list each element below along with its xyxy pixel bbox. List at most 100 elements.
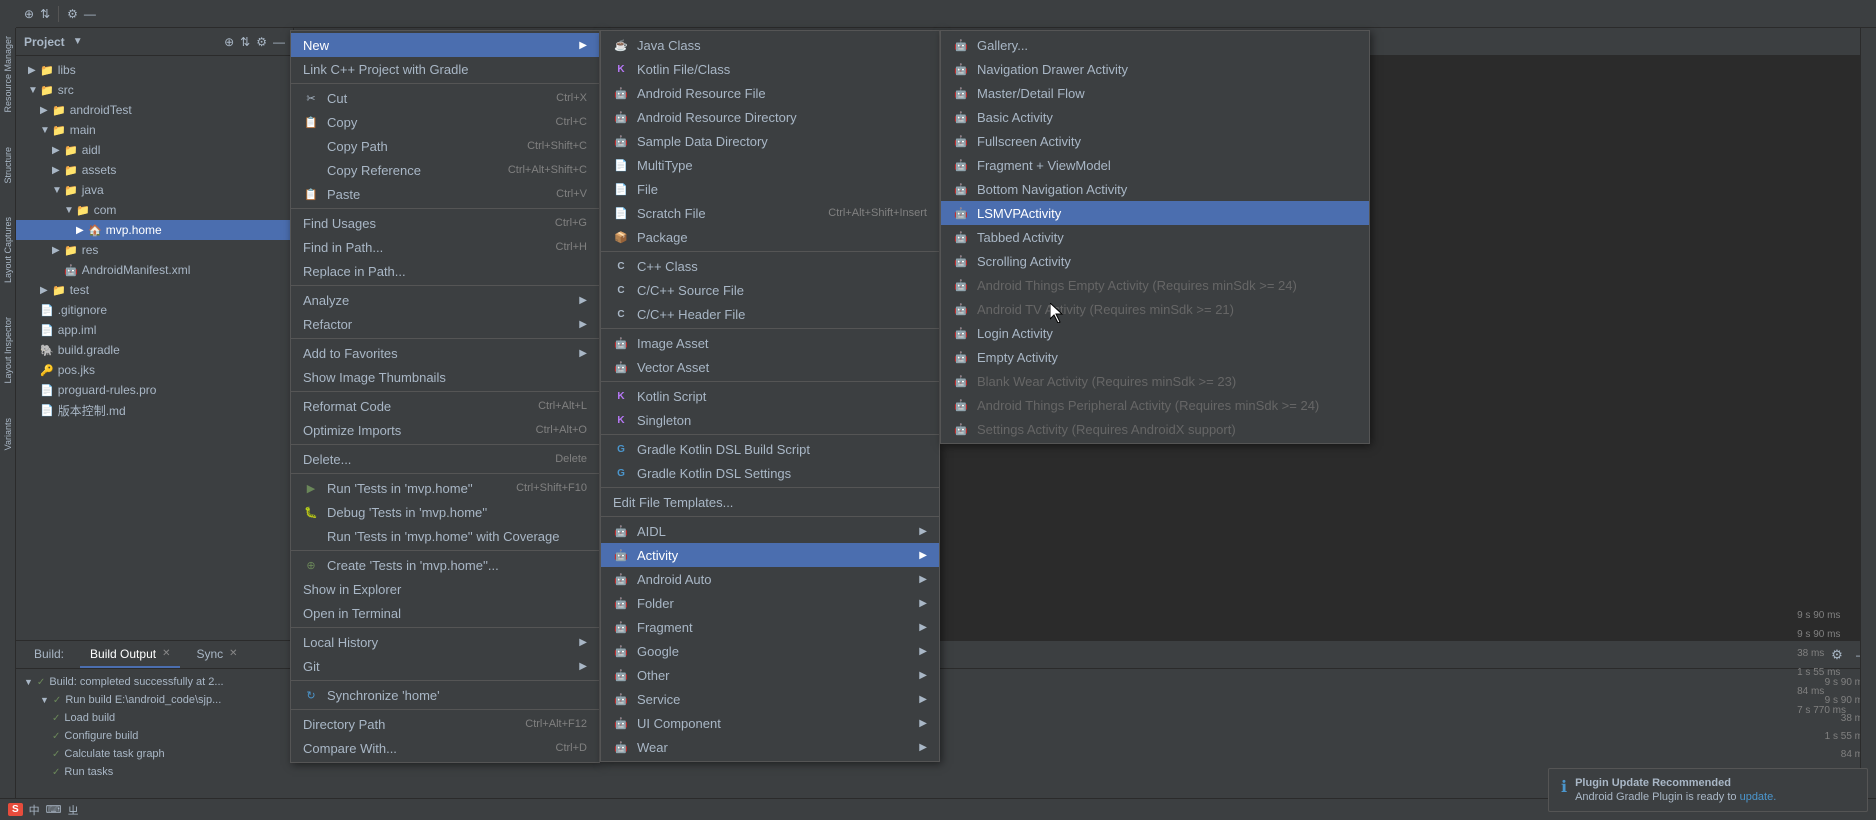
menu-item-directory-path[interactable]: Directory Path Ctrl+Alt+F12 (291, 712, 599, 736)
tree-item-src[interactable]: ▼ 📁 src (16, 80, 293, 100)
sidebar-tab-structure[interactable]: Structure (1, 143, 15, 188)
project-sync-icon[interactable]: ⇅ (240, 35, 250, 49)
new-menu-java-class[interactable]: ☕ Java Class (601, 33, 939, 57)
activity-menu-basic[interactable]: 🤖 Basic Activity (941, 105, 1369, 129)
new-menu-folder[interactable]: 🤖 Folder ▶ (601, 591, 939, 615)
tree-item-libs[interactable]: ▶ 📁 libs (16, 60, 293, 80)
menu-item-copy-path[interactable]: Copy Path Ctrl+Shift+C (291, 134, 599, 158)
tree-item-mvphome[interactable]: ▶ 🏠 mvp.home (16, 220, 293, 240)
menu-item-show-in-explorer[interactable]: Show in Explorer (291, 577, 599, 601)
sync-close[interactable]: ✕ (229, 648, 237, 659)
menu-item-open-terminal[interactable]: Open in Terminal (291, 601, 599, 625)
new-menu-android-auto[interactable]: 🤖 Android Auto ▶ (601, 567, 939, 591)
menu-item-compare-with[interactable]: Compare With... Ctrl+D (291, 736, 599, 760)
new-menu-singleton[interactable]: K Singleton (601, 408, 939, 432)
new-menu-scratch-file[interactable]: 📄 Scratch File Ctrl+Alt+Shift+Insert (601, 201, 939, 225)
menu-item-reformat[interactable]: Reformat Code Ctrl+Alt+L (291, 394, 599, 418)
tree-item-gitignore[interactable]: ▶ 📄 .gitignore (16, 300, 293, 320)
tree-item-main[interactable]: ▼ 📁 main (16, 120, 293, 140)
new-menu-sample-data-dir[interactable]: 🤖 Sample Data Directory (601, 129, 939, 153)
tree-item-buildgradle[interactable]: ▶ 🐘 build.gradle (16, 340, 293, 360)
new-menu-other[interactable]: 🤖 Other ▶ (601, 663, 939, 687)
new-menu-image-asset[interactable]: 🤖 Image Asset (601, 331, 939, 355)
tree-item-res[interactable]: ▶ 📁 res (16, 240, 293, 260)
sidebar-tab-layout-inspector[interactable]: Layout Inspector (1, 313, 15, 388)
menu-item-find-usages[interactable]: Find Usages Ctrl+G (291, 211, 599, 235)
menu-item-run-tests[interactable]: ▶ Run 'Tests in 'mvp.home'' Ctrl+Shift+F… (291, 476, 599, 500)
project-add-icon[interactable]: ⊕ (224, 35, 234, 49)
activity-menu-empty[interactable]: 🤖 Empty Activity (941, 345, 1369, 369)
tree-item-androidtest[interactable]: ▶ 📁 androidTest (16, 100, 293, 120)
tree-item-com[interactable]: ▼ 📁 com (16, 200, 293, 220)
tree-item-java[interactable]: ▼ 📁 java (16, 180, 293, 200)
new-menu-kotlin-script[interactable]: K Kotlin Script (601, 384, 939, 408)
project-minimize-icon[interactable]: — (273, 35, 285, 49)
new-menu-vector-asset[interactable]: 🤖 Vector Asset (601, 355, 939, 379)
plugin-notification-link[interactable]: update. (1740, 791, 1777, 803)
activity-menu-bottom-nav[interactable]: 🤖 Bottom Navigation Activity (941, 177, 1369, 201)
activity-menu-scrolling[interactable]: 🤖 Scrolling Activity (941, 249, 1369, 273)
new-menu-multitype[interactable]: 📄 MultiType (601, 153, 939, 177)
new-menu-package[interactable]: 📦 Package (601, 225, 939, 249)
tree-item-appiml[interactable]: ▶ 📄 app.iml (16, 320, 293, 340)
menu-item-refactor[interactable]: Refactor ▶ (291, 312, 599, 336)
tree-item-aidl[interactable]: ▶ 📁 aidl (16, 140, 293, 160)
tree-item-proguard[interactable]: ▶ 📄 proguard-rules.pro (16, 380, 293, 400)
activity-menu-fragment-viewmodel[interactable]: 🤖 Fragment + ViewModel (941, 153, 1369, 177)
menu-item-analyze[interactable]: Analyze ▶ (291, 288, 599, 312)
menu-item-synchronize[interactable]: ↻ Synchronize 'home' (291, 683, 599, 707)
menu-item-optimize[interactable]: Optimize Imports Ctrl+Alt+O (291, 418, 599, 442)
new-menu-cpp-source[interactable]: C C/C++ Source File (601, 278, 939, 302)
new-menu-google[interactable]: 🤖 Google ▶ (601, 639, 939, 663)
activity-menu-nav-drawer[interactable]: 🤖 Navigation Drawer Activity (941, 57, 1369, 81)
new-menu-file[interactable]: 📄 File (601, 177, 939, 201)
tree-item-test[interactable]: ▶ 📁 test (16, 280, 293, 300)
sidebar-tab-layout-captures[interactable]: Layout Captures (1, 213, 15, 287)
tree-item-posjks[interactable]: ▶ 🔑 pos.jks (16, 360, 293, 380)
sidebar-tab-variants[interactable]: Variants (1, 414, 15, 454)
new-menu-cpp-class[interactable]: C C++ Class (601, 254, 939, 278)
build-tab-build[interactable]: Build: (24, 641, 74, 669)
new-menu-gradle-kotlin-dsl-build[interactable]: G Gradle Kotlin DSL Build Script (601, 437, 939, 461)
build-output-close[interactable]: ✕ (162, 648, 170, 659)
new-menu-edit-templates[interactable]: Edit File Templates... (601, 490, 939, 514)
menu-item-new[interactable]: New ▶ (291, 33, 599, 57)
new-menu-kotlin-file[interactable]: K Kotlin File/Class (601, 57, 939, 81)
new-menu-aidl[interactable]: 🤖 AIDL ▶ (601, 519, 939, 543)
tree-item-assets[interactable]: ▶ 📁 assets (16, 160, 293, 180)
menu-item-find-in-path[interactable]: Find in Path... Ctrl+H (291, 235, 599, 259)
menu-item-local-history[interactable]: Local History ▶ (291, 630, 599, 654)
new-menu-android-resource-file[interactable]: 🤖 Android Resource File (601, 81, 939, 105)
build-tab-sync[interactable]: Sync ✕ (186, 641, 247, 668)
new-menu-android-resource-dir[interactable]: 🤖 Android Resource Directory (601, 105, 939, 129)
menu-item-debug-tests[interactable]: 🐛 Debug 'Tests in 'mvp.home'' (291, 500, 599, 524)
build-tab-build-output[interactable]: Build Output ✕ (80, 641, 180, 668)
new-menu-wear[interactable]: 🤖 Wear ▶ (601, 735, 939, 759)
new-menu-gradle-kotlin-dsl-settings[interactable]: G Gradle Kotlin DSL Settings (601, 461, 939, 485)
activity-menu-tabbed[interactable]: 🤖 Tabbed Activity (941, 225, 1369, 249)
activity-menu-login[interactable]: 🤖 Login Activity (941, 321, 1369, 345)
sidebar-tab-resource-manager[interactable]: Resource Manager (1, 32, 15, 117)
menu-item-show-thumbnails[interactable]: Show Image Thumbnails (291, 365, 599, 389)
menu-item-link-cpp[interactable]: Link C++ Project with Gradle (291, 57, 599, 81)
new-menu-ui-component[interactable]: 🤖 UI Component ▶ (601, 711, 939, 735)
menu-item-run-with-coverage[interactable]: Run 'Tests in 'mvp.home'' with Coverage (291, 524, 599, 548)
new-menu-cpp-header[interactable]: C C/C++ Header File (601, 302, 939, 326)
tree-item-version[interactable]: ▶ 📄 版本控制.md (16, 400, 293, 420)
tree-item-androidmanifest[interactable]: ▶ 🤖 AndroidManifest.xml (16, 260, 293, 280)
menu-item-replace-in-path[interactable]: Replace in Path... (291, 259, 599, 283)
activity-menu-fullscreen[interactable]: 🤖 Fullscreen Activity (941, 129, 1369, 153)
menu-item-create-tests[interactable]: ⊕ Create 'Tests in 'mvp.home''... (291, 553, 599, 577)
menu-item-paste[interactable]: 📋 Paste Ctrl+V (291, 182, 599, 206)
new-menu-activity[interactable]: 🤖 Activity ▶ (601, 543, 939, 567)
project-dropdown-icon[interactable]: ▼ (73, 36, 83, 47)
new-menu-service[interactable]: 🤖 Service ▶ (601, 687, 939, 711)
project-gear-icon[interactable]: ⚙ (256, 35, 267, 49)
menu-item-copy[interactable]: 📋 Copy Ctrl+C (291, 110, 599, 134)
activity-menu-lsmvp[interactable]: 🤖 LSMVPActivity (941, 201, 1369, 225)
menu-item-git[interactable]: Git ▶ (291, 654, 599, 678)
activity-menu-gallery[interactable]: 🤖 Gallery... (941, 33, 1369, 57)
menu-item-cut[interactable]: ✂ Cut Ctrl+X (291, 86, 599, 110)
new-menu-fragment[interactable]: 🤖 Fragment ▶ (601, 615, 939, 639)
menu-item-copy-ref[interactable]: Copy Reference Ctrl+Alt+Shift+C (291, 158, 599, 182)
